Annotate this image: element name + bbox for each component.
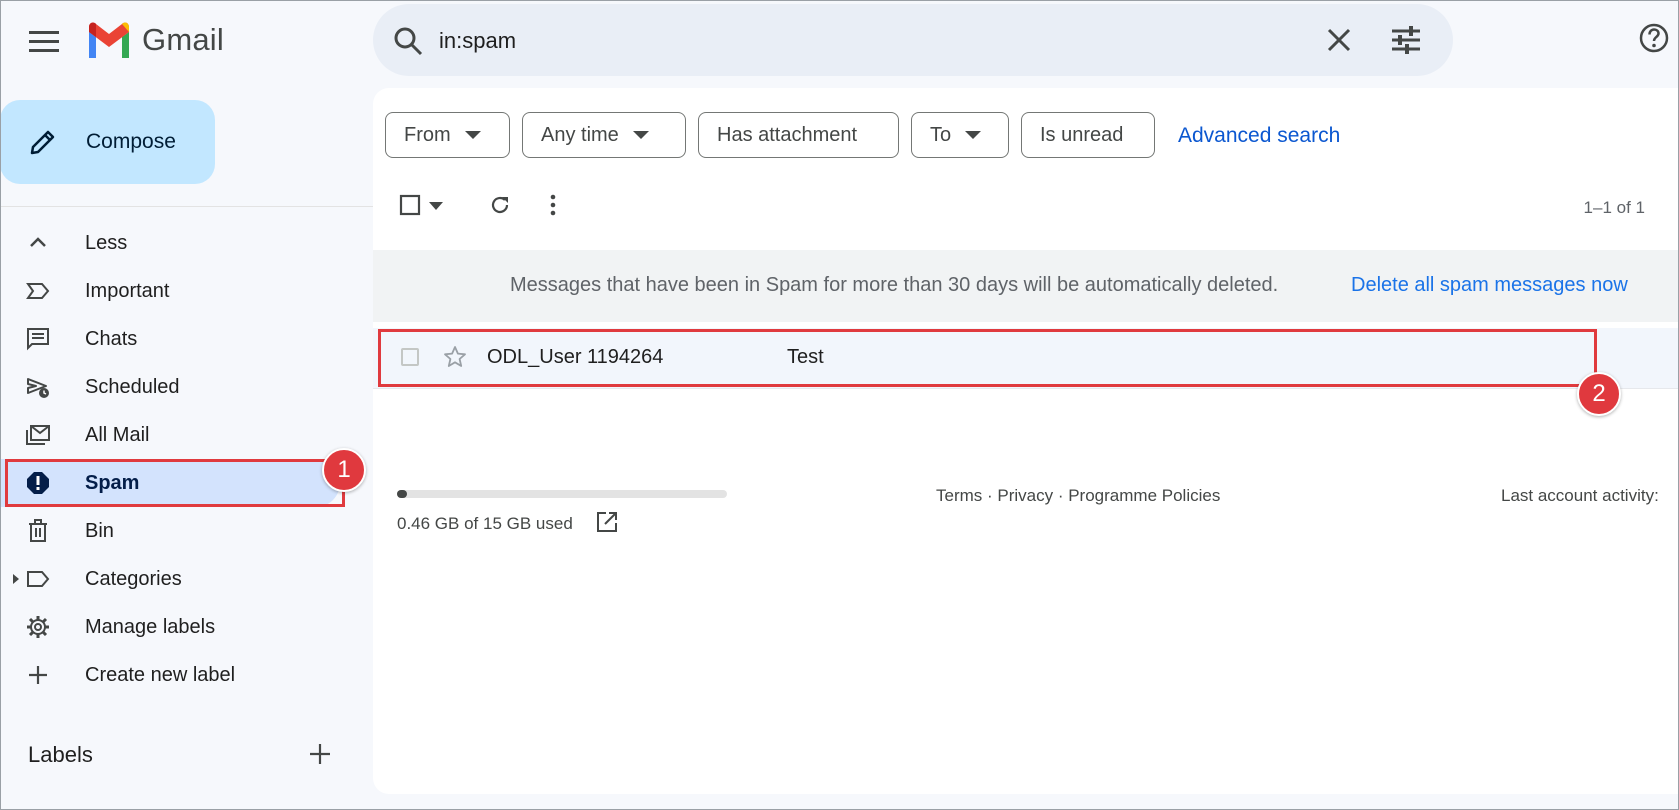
expand-arrow-icon[interactable] [13,574,19,584]
sidebar-item-manage-labels[interactable]: Manage labels [0,603,340,651]
spam-icon [27,472,49,494]
bin-icon [29,519,47,542]
sidebar-item-label: Important [85,279,170,302]
storage-usage-bar [397,490,727,498]
dropdown-arrow-icon [965,131,982,139]
advanced-search-link[interactable]: Advanced search [1178,124,1340,148]
message-subject: Test [787,346,824,368]
storage-usage-fill [397,490,408,498]
annotation-badge-2: 2 [1577,372,1621,416]
labels-heading: Labels [28,742,93,767]
gmail-logo-icon [89,22,129,58]
sidebar-divider [0,206,373,207]
sidebar-item-create-label[interactable]: Create new label [0,651,340,699]
dropdown-arrow-icon [632,131,649,139]
more-options-icon[interactable] [549,194,557,216]
chip-label: Has attachment [717,123,858,146]
row-checkbox[interactable] [401,348,419,366]
sidebar-item-categories[interactable]: Categories [0,555,340,603]
select-dropdown-icon[interactable] [429,202,443,210]
message-sender: ODL_User 1194264 [487,346,664,368]
sidebar-item-spam[interactable]: Spam [0,459,340,507]
filter-chip-from[interactable]: From [385,112,510,158]
clear-icon[interactable] [1325,26,1353,54]
gear-icon [27,616,49,638]
spam-notice-text: Messages that have been in Spam for more… [510,274,1279,296]
label-icon [27,571,50,587]
footer-links[interactable]: Terms · Privacy · Programme Policies [936,486,1220,506]
sidebar-item-label: Create new label [85,663,236,686]
filter-chip-to[interactable]: To [911,112,1009,158]
search-icon[interactable] [393,26,423,56]
chip-label: Any time [541,123,619,146]
chip-label: Is unread [1040,123,1124,146]
sidebar-item-label: Manage labels [85,615,216,638]
scheduled-icon [27,378,49,398]
pencil-icon [30,130,55,155]
chip-label: From [404,123,451,146]
storage-usage-text: 0.46 GB of 15 GB used [397,514,573,533]
app-name: Gmail [142,22,224,57]
chip-label: To [930,123,952,146]
search-bar[interactable]: in:spam [373,4,1453,76]
refresh-icon[interactable] [489,194,511,216]
delete-all-spam-link[interactable]: Delete all spam messages now [1351,274,1628,297]
menu-icon [29,31,59,52]
important-icon [26,283,50,299]
add-label-icon[interactable] [308,742,332,766]
sidebar-item-label: Spam [85,471,140,494]
all-mail-icon [26,425,50,445]
dropdown-arrow-icon [464,131,481,139]
sidebar-item-label: Scheduled [85,375,180,398]
compose-label: Compose [86,130,176,153]
filter-chip-has-attachment[interactable]: Has attachment [698,112,899,158]
sidebar-item-label: All Mail [85,423,150,446]
sidebar-item-scheduled[interactable]: Scheduled [0,363,340,411]
select-all-checkbox-icon[interactable] [399,194,421,216]
external-link-icon[interactable] [595,510,619,534]
sidebar-item-bin[interactable]: Bin [0,507,340,555]
chevron-up-icon [30,237,46,247]
annotation-badge-1: 1 [322,448,366,492]
sidebar-item-chats[interactable]: Chats [0,315,340,363]
main-panel: From Any time Has attachment To Is unrea… [373,88,1679,794]
filter-chip-any-time[interactable]: Any time [522,112,686,158]
plus-icon [29,666,47,684]
filter-chip-is-unread[interactable]: Is unread [1021,112,1155,158]
sidebar-item-important[interactable]: Important [0,267,340,315]
compose-button[interactable]: Compose [0,100,215,184]
search-options-icon[interactable] [1391,26,1421,54]
chat-icon [27,328,49,351]
gmail-logo[interactable]: Gmail [86,22,224,58]
sidebar-item-label: Chats [85,327,138,350]
help-icon[interactable] [1638,22,1670,54]
sidebar-item-label: Categories [85,567,182,590]
sidebar-item-label: Bin [85,519,114,542]
sidebar-item-all-mail[interactable]: All Mail [0,411,340,459]
main-menu-button[interactable] [22,20,66,64]
sidebar-item-less[interactable]: Less [0,219,340,267]
last-account-activity: Last account activity: [1501,486,1659,505]
star-icon[interactable] [443,345,467,369]
message-count: 1–1 of 1 [1583,198,1645,217]
spam-notice: Messages that have been in Spam for more… [373,250,1679,322]
search-input[interactable]: in:spam [439,28,516,54]
sidebar-item-label: Less [85,231,128,254]
table-row[interactable]: ODL_User 1194264 Test [373,328,1679,389]
